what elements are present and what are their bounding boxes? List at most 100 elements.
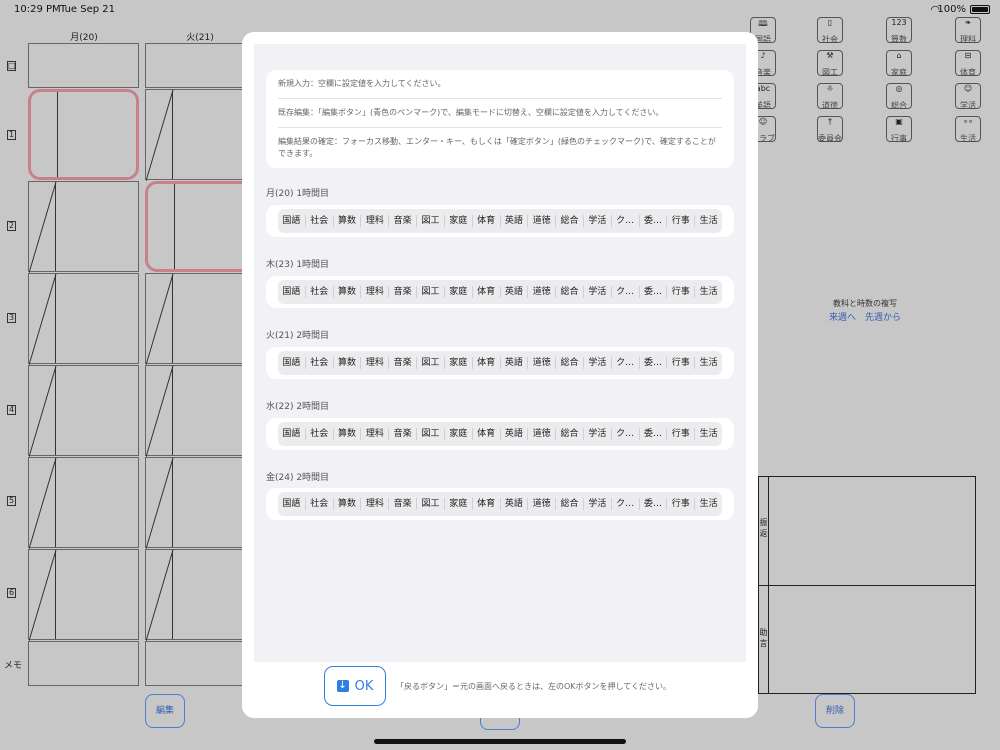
subject-chip[interactable]: 行事 [667, 286, 696, 298]
subject-chip[interactable]: 道徳 [528, 286, 557, 298]
subject-chip[interactable]: 行事 [667, 498, 696, 510]
copy-next-week-link[interactable]: 来週へ [829, 313, 856, 323]
subject-chip[interactable]: 家庭 [445, 357, 473, 369]
subject-chip[interactable]: ク… [612, 286, 640, 298]
subject-chip[interactable]: 家庭 [445, 428, 473, 440]
subject-chip[interactable]: 社会 [306, 215, 334, 227]
copy-prev-week-link[interactable]: 先週から [865, 313, 901, 323]
timetable-header-cell[interactable] [145, 43, 256, 88]
subject-chip[interactable]: 総合 [556, 286, 584, 298]
subject-chip[interactable]: 総合 [556, 215, 584, 227]
subject-chip[interactable]: ク… [612, 428, 640, 440]
subject-chip[interactable]: 体育 [473, 215, 501, 227]
subject-chip[interactable]: 音楽 [389, 215, 418, 227]
subject-chip[interactable]: 算数 [334, 357, 362, 369]
edit-button[interactable]: 編集 [145, 694, 185, 728]
subject-chip[interactable]: 国語 [278, 428, 306, 440]
subject-chip[interactable]: 家庭 [445, 498, 473, 510]
delete-button[interactable]: 削除 [815, 694, 855, 728]
subject-chip[interactable]: 学活 [584, 357, 612, 369]
timetable-cell[interactable] [28, 181, 139, 273]
subject-chip[interactable]: 図工 [417, 428, 445, 440]
subject-chip[interactable]: ク… [612, 357, 640, 369]
subject-chip[interactable]: 理科 [361, 498, 390, 510]
subject-chip[interactable]: 図工 [417, 215, 445, 227]
subject-chip[interactable]: 理科 [361, 428, 390, 440]
subject-chip[interactable]: 社会 [306, 357, 334, 369]
timetable-cell[interactable] [145, 365, 256, 457]
subject-chip[interactable]: 学活 [584, 428, 612, 440]
subject-chip[interactable]: ク… [612, 498, 640, 510]
subject-chip[interactable]: 理科 [361, 286, 390, 298]
subject-chip[interactable]: 図工 [417, 357, 445, 369]
subject-chip[interactable]: 英語 [501, 498, 529, 510]
memo-cell[interactable] [145, 641, 256, 686]
subject-chip[interactable]: ク… [612, 215, 640, 227]
subject-chip[interactable]: 社会 [306, 428, 334, 440]
subject-chip[interactable]: 国語 [278, 215, 306, 227]
subject-chip[interactable]: 総合 [556, 357, 584, 369]
subject-chip[interactable]: 算数 [334, 428, 362, 440]
subject-chip[interactable]: 生活 [695, 428, 722, 440]
subject-chip[interactable]: 行事 [667, 357, 696, 369]
subject-chip[interactable]: 体育 [473, 498, 501, 510]
subject-chip[interactable]: 道徳 [528, 215, 557, 227]
subject-chip[interactable]: 英語 [501, 286, 529, 298]
subject-chip[interactable]: 図工 [417, 286, 445, 298]
subject-chip[interactable]: 行事 [667, 428, 696, 440]
timetable-cell[interactable] [145, 457, 256, 549]
subject-chip[interactable]: 家庭 [445, 215, 473, 227]
timetable-cell[interactable] [28, 549, 139, 641]
subject-chip[interactable]: 道徳 [528, 498, 557, 510]
subject-chip[interactable]: 国語 [278, 357, 306, 369]
memo-cell[interactable] [28, 641, 139, 686]
subject-chip[interactable]: 道徳 [528, 357, 557, 369]
timetable-cell[interactable] [145, 89, 256, 181]
subject-chip[interactable]: 体育 [473, 428, 501, 440]
subject-chip[interactable]: 理科 [361, 215, 390, 227]
timetable-cell[interactable] [28, 89, 139, 180]
subject-chip[interactable]: 国語 [278, 498, 306, 510]
subject-chip[interactable]: 音楽 [389, 428, 418, 440]
subject-chip[interactable]: 行事 [667, 215, 696, 227]
subject-chip[interactable]: 委… [640, 428, 668, 440]
subject-chip[interactable]: 学活 [584, 286, 612, 298]
subject-chip[interactable]: 生活 [695, 286, 722, 298]
timetable-cell[interactable] [28, 365, 139, 457]
subject-chip[interactable]: 生活 [695, 498, 722, 510]
subject-chip[interactable]: 国語 [278, 286, 306, 298]
subject-chip[interactable]: 音楽 [389, 286, 418, 298]
subject-chip[interactable]: 体育 [473, 357, 501, 369]
subject-chip[interactable]: 生活 [695, 357, 722, 369]
home-indicator[interactable] [374, 739, 626, 744]
subject-chip[interactable]: 総合 [556, 428, 584, 440]
subject-chip[interactable]: 音楽 [389, 498, 418, 510]
subject-chip[interactable]: 学活 [584, 215, 612, 227]
subject-chip[interactable]: 委… [640, 498, 668, 510]
subject-chip[interactable]: 社会 [306, 498, 334, 510]
subject-chip[interactable]: 図工 [417, 498, 445, 510]
subject-chip[interactable]: 生活 [695, 215, 722, 227]
subject-chip[interactable]: 委… [640, 357, 668, 369]
subject-chip[interactable]: 総合 [556, 498, 584, 510]
subject-chip[interactable]: 英語 [501, 357, 529, 369]
subject-chip[interactable]: 体育 [473, 286, 501, 298]
subject-chip[interactable]: 英語 [501, 215, 529, 227]
timetable-cell[interactable] [145, 549, 256, 641]
timetable-header-cell[interactable] [28, 43, 139, 88]
timetable-cell[interactable] [145, 181, 256, 272]
subject-chip[interactable]: 家庭 [445, 286, 473, 298]
subject-chip[interactable]: 算数 [334, 498, 362, 510]
subject-chip[interactable]: 社会 [306, 286, 334, 298]
subject-chip[interactable]: 委… [640, 286, 668, 298]
ok-button[interactable]: ↓ OK [324, 666, 386, 706]
subject-chip[interactable]: 学活 [584, 498, 612, 510]
subject-chip[interactable]: 音楽 [389, 357, 418, 369]
timetable-cell[interactable] [28, 457, 139, 549]
subject-chip[interactable]: 算数 [334, 215, 362, 227]
timetable-cell[interactable] [145, 273, 256, 365]
subject-chip[interactable]: 英語 [501, 428, 529, 440]
subject-chip[interactable]: 道徳 [528, 428, 557, 440]
subject-chip[interactable]: 算数 [334, 286, 362, 298]
timetable-cell[interactable] [28, 273, 139, 365]
